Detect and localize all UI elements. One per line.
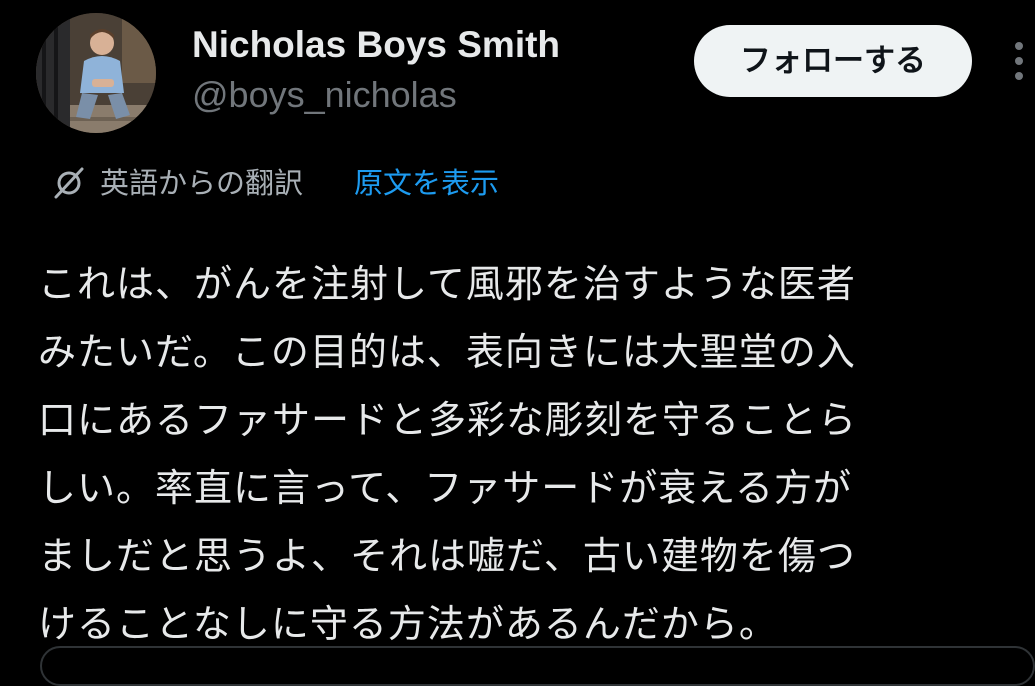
show-original-link[interactable]: 原文を表示 [354,160,499,206]
ellipsis-dot [1015,72,1023,80]
author-handle[interactable]: @boys_nicholas [192,72,457,118]
translation-label: 英語からの翻訳 [100,166,304,200]
quoted-tweet-frame[interactable] [40,646,1035,686]
more-options-button[interactable] [1008,38,1032,84]
tweet-card: Nicholas Boys Smith @boys_nicholas フォローす… [0,0,1035,686]
translate-icon [54,167,84,199]
ellipsis-dot [1015,42,1023,50]
author-name[interactable]: Nicholas Boys Smith [192,22,560,68]
ellipsis-dot [1015,57,1023,65]
avatar-photo [36,13,156,133]
follow-button[interactable]: フォローする [694,25,972,97]
tweet-text: これは、がんを注射して風邪を治すような医者 みたいだ。この目的は、表向きには大聖… [38,262,858,646]
avatar[interactable] [36,13,156,133]
